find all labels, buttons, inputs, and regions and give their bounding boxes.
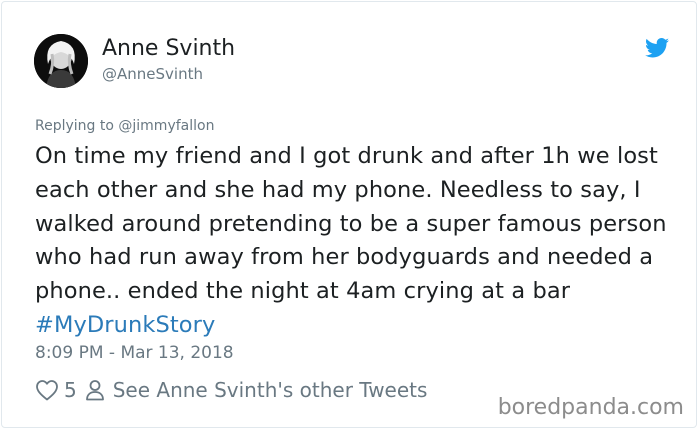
tweet-text: On time my friend and I got drunk and af… bbox=[35, 140, 675, 343]
like-count[interactable]: 5 bbox=[64, 378, 77, 402]
hashtag-link[interactable]: #MyDrunkStory bbox=[35, 312, 215, 338]
person-icon bbox=[85, 380, 104, 401]
tweet-card: Anne Svinth @AnneSvinth Replying to @jim… bbox=[1, 1, 697, 428]
watermark: boredpanda.com bbox=[497, 395, 684, 420]
avatar[interactable] bbox=[34, 34, 88, 88]
reply-mention-link[interactable]: @jimmyfallon bbox=[118, 118, 214, 134]
heart-icon[interactable] bbox=[35, 379, 59, 401]
avatar-image bbox=[34, 34, 88, 88]
twitter-bird-icon[interactable] bbox=[645, 38, 669, 58]
tweet-actions: 5 See Anne Svinth's other Tweets bbox=[35, 376, 427, 404]
reply-context: Replying to @jimmyfallon bbox=[35, 118, 214, 135]
author-name[interactable]: Anne Svinth bbox=[102, 36, 235, 62]
tweet-body: On time my friend and I got drunk and af… bbox=[35, 143, 667, 305]
reply-prefix: Replying to bbox=[35, 118, 114, 134]
tweet-timestamp[interactable]: 8:09 PM - Mar 13, 2018 bbox=[35, 342, 234, 364]
see-other-tweets-link[interactable]: See Anne Svinth's other Tweets bbox=[113, 378, 428, 402]
author-handle[interactable]: @AnneSvinth bbox=[102, 65, 203, 83]
